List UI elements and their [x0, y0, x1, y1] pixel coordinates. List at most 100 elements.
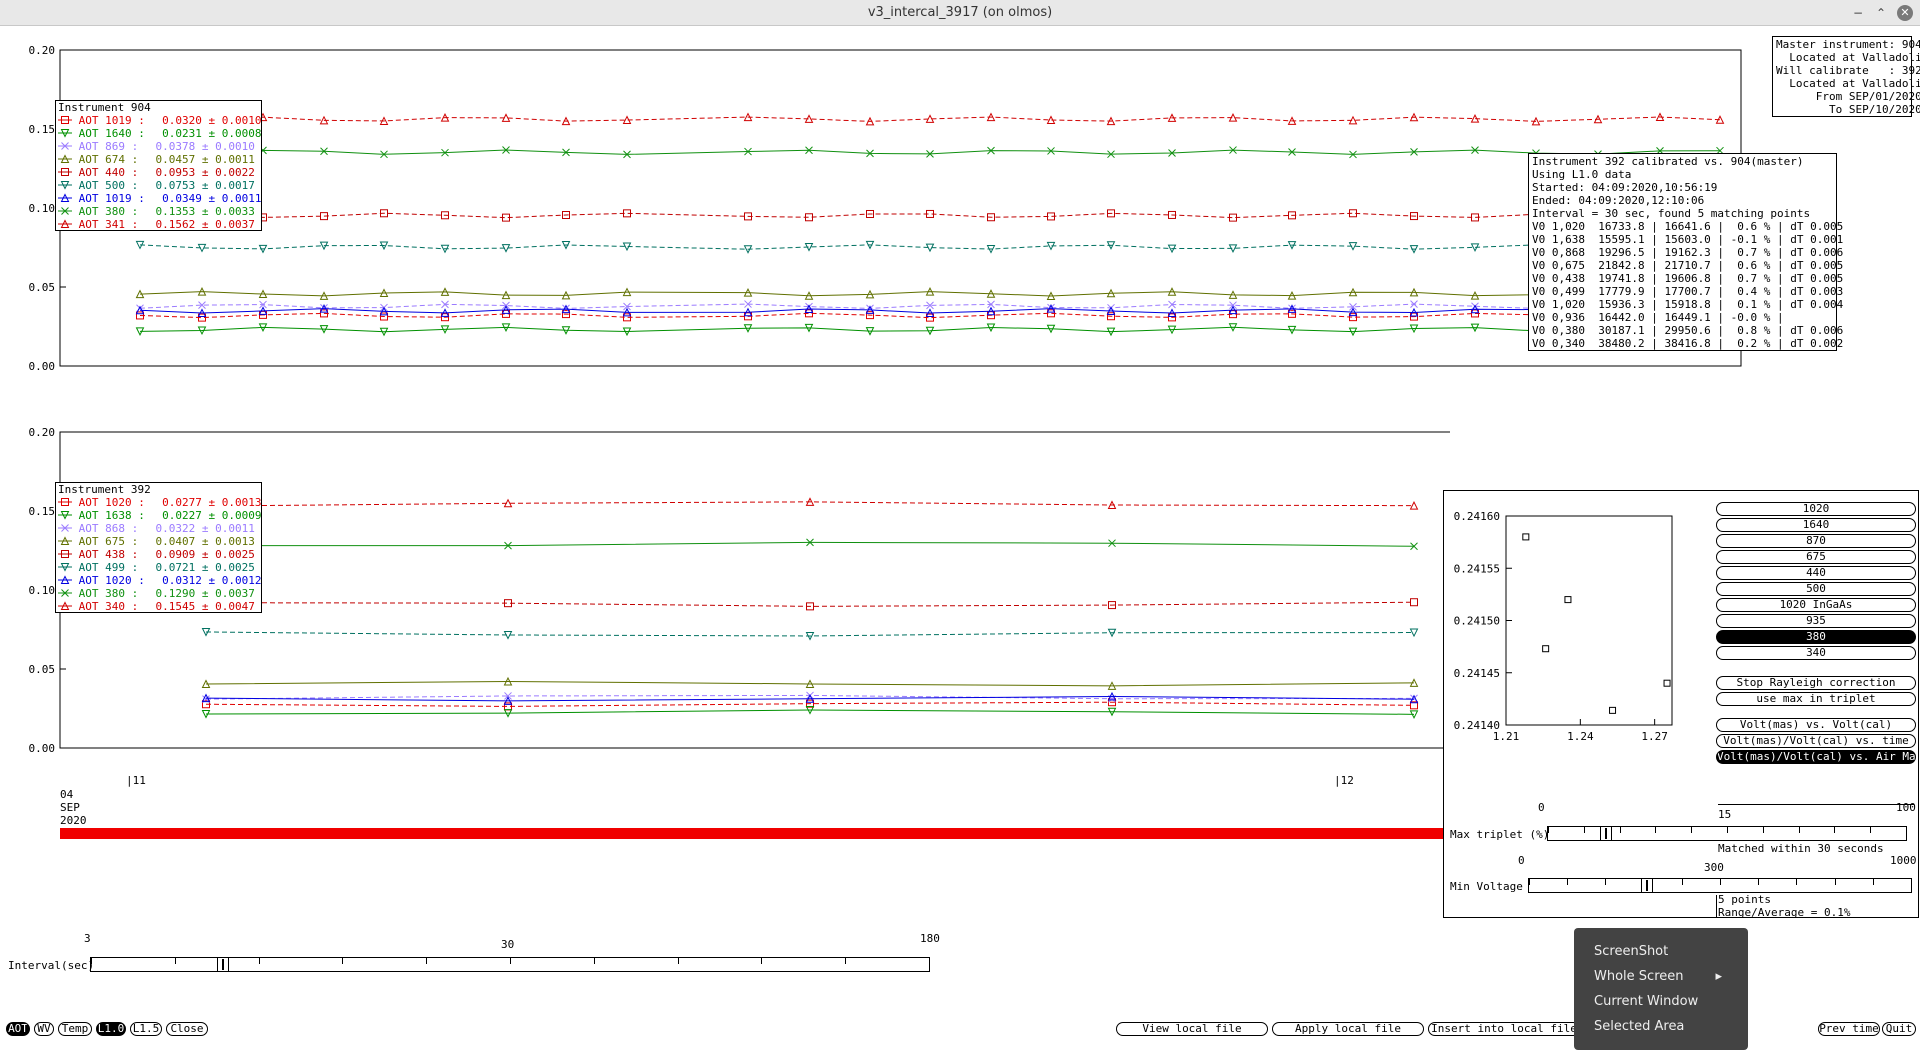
scatter-x-tick-label: 1.21 [1493, 730, 1520, 743]
insert-into-local-file-button[interactable]: Insert into local file [1428, 1022, 1580, 1036]
slider-tick [1567, 879, 1569, 885]
timeline-year: 2020 [60, 814, 87, 827]
grip-icon [1605, 828, 1608, 839]
calibration-info-line: Started: 04:09:2020,10:56:19 [1532, 181, 1718, 194]
wavelength-button-380[interactable]: 380 [1716, 630, 1916, 644]
master-info-line: To SEP/10/2020 [1776, 103, 1920, 116]
apply-local-file-button[interactable]: Apply local file [1272, 1022, 1424, 1036]
slider-tick [91, 958, 92, 964]
legend-entry: AOT 500 : 0.0753 ± 0.0017 [58, 179, 255, 192]
status-divider [1716, 895, 1717, 917]
interval-slider[interactable] [90, 957, 930, 972]
level-button-temp[interactable]: Temp [58, 1022, 92, 1036]
scatter-y-tick-label: 0.24150 [1454, 615, 1500, 628]
legend-marker-icon [58, 207, 72, 215]
y-tick-label: 0.00 [29, 360, 56, 373]
legend-label: AOT 340 : [72, 600, 139, 613]
scatter-x-tick-label: 1.27 [1641, 730, 1668, 743]
wavelength-button-440[interactable]: 440 [1716, 566, 1916, 580]
wavelength-button-870[interactable]: 870 [1716, 534, 1916, 548]
slider-tick [1619, 827, 1621, 833]
legend-marker-icon [58, 536, 72, 545]
max-triplet-value: 15 [1718, 808, 1732, 821]
slider-tick [1529, 879, 1530, 885]
calibration-info-line: V0 0,868 19296.5 | 19162.3 | 0.7 % | dT … [1532, 246, 1844, 259]
wavelength-button-1020-ingaas[interactable]: 1020 InGaAs [1716, 598, 1916, 612]
quit-button[interactable]: Quit [1882, 1022, 1916, 1036]
slider-handle[interactable] [1640, 878, 1653, 893]
level-button-aot[interactable]: AOT [6, 1022, 30, 1036]
slider-handle[interactable] [217, 957, 230, 972]
wavelength-button-1020[interactable]: 1020 [1716, 502, 1916, 516]
legend-entry: AOT 340 : 0.1545 ± 0.0047 [58, 600, 255, 613]
scatter-x-tick-label: 1.24 [1567, 730, 1594, 743]
minimize-icon[interactable]: − [1850, 5, 1866, 21]
calibration-info-line: Interval = 30 sec, found 5 matching poin… [1532, 207, 1811, 220]
level-button-close[interactable]: Close [166, 1022, 208, 1036]
wavelength-button-935[interactable]: 935 [1716, 614, 1916, 628]
slider-tick [1872, 879, 1874, 885]
level-button-wv[interactable]: WV [34, 1022, 54, 1036]
view-local-file-button[interactable]: View local file [1116, 1022, 1268, 1036]
legend-marker-icon [58, 129, 72, 138]
close-icon[interactable]: ✕ [1897, 5, 1913, 21]
slider-tick [258, 958, 260, 964]
menu-item-whole-screen[interactable]: Whole Screen ▸ [1594, 967, 1744, 987]
plot-mode-button-1[interactable]: Volt(mas) vs. Volt(cal) [1716, 718, 1916, 732]
max-triplet-slider[interactable] [1547, 826, 1907, 841]
title-bar: v3_intercal_3917 (on olmos) − ⌃ ✕ [0, 0, 1920, 26]
slider-tick [1834, 827, 1836, 833]
maximize-icon[interactable]: ⌃ [1873, 5, 1889, 21]
timeline-hour-11: |11 [126, 774, 146, 787]
min-voltage-label: Min Voltage [1450, 880, 1523, 893]
legend-entry: AOT 674 : 0.0457 ± 0.0011 [58, 153, 255, 166]
min-voltage-max: 1000 [1890, 854, 1917, 867]
slider-tick [426, 958, 428, 964]
interval-max: 180 [920, 932, 940, 945]
menu-item-screenshot[interactable]: ScreenShot [1594, 942, 1744, 962]
calibration-info-line: V0 0,675 21842.8 | 21710.7 | 0.6 % | dT … [1532, 259, 1844, 272]
menu-item-current-window[interactable]: Current Window [1594, 992, 1744, 1012]
calibration-results-box: Instrument 392 calibrated vs. 904(master… [1528, 153, 1844, 351]
legend-label: AOT 380 : [72, 205, 139, 218]
plot-mode-button-3[interactable]: Volt(mas)/Volt(cal) vs. Air Mass [1716, 750, 1916, 764]
slider-tick [1548, 827, 1549, 833]
prev-time-button[interactable]: Prev time [1818, 1022, 1880, 1036]
legend-entry: AOT 1020 : 0.0312 ± 0.0012 [58, 574, 261, 587]
legend-entry: AOT 1019 : 0.0349 ± 0.0011 [58, 192, 261, 205]
level-button-l15[interactable]: L1.5 [130, 1022, 162, 1036]
min-voltage-slider[interactable] [1528, 878, 1912, 893]
max-triplet-status: Matched within 30 seconds [1718, 842, 1884, 855]
max-triplet-max: 100 [1896, 801, 1916, 814]
wavelength-button-500[interactable]: 500 [1716, 582, 1916, 596]
calibration-info-line: V0 0,936 16442.0 | 16449.1 | -0.0 % | [1532, 311, 1784, 324]
legend-entry: AOT 341 : 0.1562 ± 0.0037 [58, 218, 255, 231]
plot-mode-button-2[interactable]: Volt(mas)/Volt(cal) vs. time [1716, 734, 1916, 748]
legend-label: AOT 1020 : [72, 574, 145, 587]
wavelength-button-340[interactable]: 340 [1716, 646, 1916, 660]
legend-marker-icon [58, 142, 72, 150]
wavelength-button-675[interactable]: 675 [1716, 550, 1916, 564]
use-max-in-triplet-button[interactable]: use max in triplet [1716, 692, 1916, 706]
calibration-info-line: Ended: 04:09:2020,12:10:06 [1532, 194, 1705, 207]
slider-tick [1834, 879, 1836, 885]
legend-value: 0.0320 ± 0.0010 [148, 114, 262, 127]
legend-title: Instrument 392 [58, 483, 151, 496]
menu-item-selected-area[interactable]: Selected Area [1594, 1017, 1744, 1037]
slider-tick [1583, 827, 1585, 833]
slider-tick [1798, 827, 1800, 833]
wavelength-button-1640[interactable]: 1640 [1716, 518, 1916, 532]
legend-label: AOT 341 : [72, 218, 139, 231]
stop-rayleigh-button[interactable]: Stop Rayleigh correction [1716, 676, 1916, 690]
slider-handle[interactable] [1600, 826, 1613, 841]
legend-label: AOT 1019 : [72, 192, 145, 205]
legend-label: AOT 868 : [72, 522, 139, 535]
legend-label: AOT 675 : [72, 535, 139, 548]
legend-label: AOT 1020 : [72, 496, 145, 509]
level-button-l10[interactable]: L1.0 [96, 1022, 126, 1036]
time-range-bar[interactable] [60, 828, 1444, 839]
calibration-info-line: V0 1,020 15936.3 | 15918.8 | 0.1 % | dT … [1532, 298, 1844, 311]
master-info-line: Master instrument: 904 [1776, 38, 1920, 51]
legend-marker-icon [58, 181, 72, 190]
legend-instrument-904: Instrument 904 AOT 1019 : 0.0320 ± 0.001… [55, 100, 262, 231]
